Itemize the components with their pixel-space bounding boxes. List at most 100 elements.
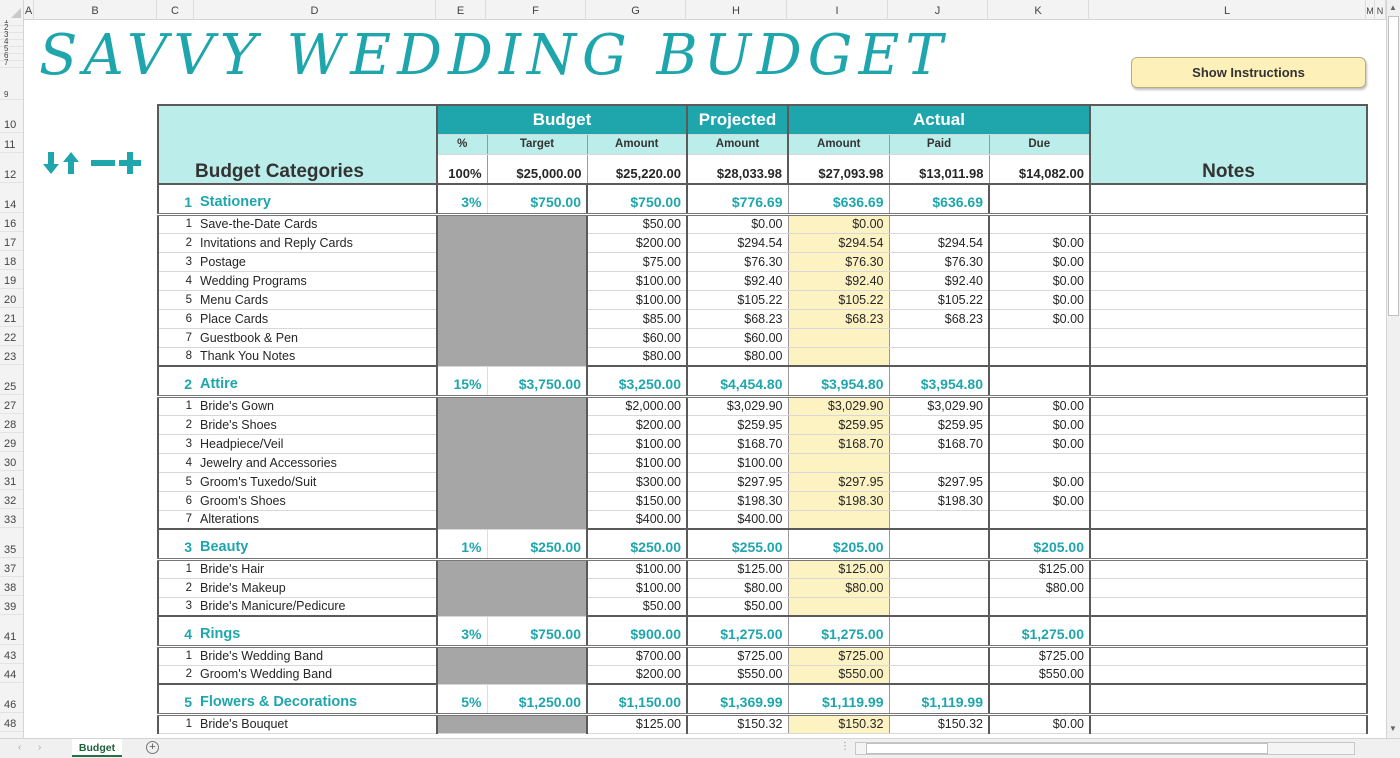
item-actual-input[interactable]: $68.23 (788, 309, 890, 329)
item-budget-amount[interactable]: $100.00 (587, 578, 688, 598)
item-budget-amount[interactable]: $300.00 (587, 472, 688, 492)
item-projected[interactable]: $80.00 (687, 347, 789, 367)
item-name[interactable]: Menu Cards (195, 290, 438, 310)
item-actual-input[interactable]: $294.54 (788, 233, 890, 253)
item-paid[interactable]: $3,029.90 (889, 396, 990, 416)
item-notes[interactable] (1090, 491, 1368, 511)
item-projected[interactable]: $0.00 (687, 214, 789, 234)
item-name[interactable]: Postage (195, 252, 438, 272)
item-due[interactable] (989, 510, 1091, 530)
category-notes[interactable] (1090, 616, 1368, 648)
category-actual[interactable]: $205.00 (788, 529, 890, 561)
item-budget-amount[interactable]: $150.00 (587, 491, 688, 511)
item-due[interactable]: $550.00 (989, 665, 1091, 685)
item-paid[interactable] (889, 214, 990, 234)
item-projected[interactable]: $725.00 (687, 646, 789, 666)
category-projected[interactable]: $255.00 (687, 529, 789, 561)
item-paid[interactable]: $294.54 (889, 233, 990, 253)
item-budget-amount[interactable]: $700.00 (587, 646, 688, 666)
row-header[interactable]: 33 (0, 509, 23, 528)
item-name[interactable]: Bride's Wedding Band (195, 646, 438, 666)
arrow-up-icon[interactable] (63, 152, 79, 174)
show-instructions-button[interactable]: Show Instructions (1131, 57, 1366, 88)
column-header-d[interactable]: D (194, 0, 436, 20)
item-budget-amount[interactable]: $200.00 (587, 665, 688, 685)
item-actual-input[interactable]: $80.00 (788, 578, 890, 598)
category-target[interactable]: $1,250.00 (487, 684, 588, 716)
item-notes[interactable] (1090, 714, 1368, 734)
column-header-c[interactable]: C (157, 0, 194, 20)
item-name[interactable]: Guestbook & Pen (195, 328, 438, 348)
item-projected[interactable]: $168.70 (687, 434, 789, 454)
item-name[interactable]: Bride's Shoes (195, 415, 438, 435)
row-header[interactable]: 17 (0, 232, 23, 251)
category-budget-amount[interactable]: $900.00 (587, 616, 688, 648)
category-paid[interactable] (889, 529, 990, 561)
item-notes[interactable] (1090, 472, 1368, 492)
item-paid[interactable] (889, 347, 990, 367)
item-name[interactable]: Invitations and Reply Cards (195, 233, 438, 253)
category-pct[interactable]: 5% (437, 684, 488, 716)
item-name[interactable]: Groom's Shoes (195, 491, 438, 511)
item-budget-amount[interactable]: $50.00 (587, 597, 688, 617)
item-paid[interactable] (889, 665, 990, 685)
row-header[interactable]: 44 (0, 664, 23, 683)
item-actual-input[interactable]: $297.95 (788, 472, 890, 492)
row-header[interactable]: 46 (0, 683, 23, 713)
row-header[interactable]: 21 (0, 308, 23, 327)
category-paid[interactable] (889, 616, 990, 648)
next-sheet-icon[interactable]: › (38, 742, 41, 753)
item-name[interactable]: Bride's Makeup (195, 578, 438, 598)
category-notes[interactable] (1090, 366, 1368, 398)
item-paid[interactable] (889, 510, 990, 530)
item-name[interactable]: Jewelry and Accessories (195, 453, 438, 473)
item-notes[interactable] (1090, 214, 1368, 234)
item-due[interactable] (989, 328, 1091, 348)
horizontal-scroll-thumb[interactable] (866, 743, 1268, 754)
item-due[interactable]: $0.00 (989, 415, 1091, 435)
row-header[interactable]: 25 (0, 365, 23, 395)
category-projected[interactable]: $4,454.80 (687, 366, 789, 398)
row-header[interactable]: 20 (0, 289, 23, 308)
sheet-tab-budget[interactable]: Budget (72, 739, 122, 757)
item-notes[interactable] (1090, 233, 1368, 253)
item-actual-input[interactable]: $3,029.90 (788, 396, 890, 416)
item-actual-input[interactable] (788, 510, 890, 530)
item-actual-input[interactable]: $259.95 (788, 415, 890, 435)
total-target[interactable]: $25,000.00 (487, 154, 588, 185)
item-actual-input[interactable]: $725.00 (788, 646, 890, 666)
item-notes[interactable] (1090, 396, 1368, 416)
item-notes[interactable] (1090, 510, 1368, 530)
item-name[interactable]: Alterations (195, 510, 438, 530)
category-pct[interactable]: 1% (437, 529, 488, 561)
item-due[interactable]: $0.00 (989, 491, 1091, 511)
item-due[interactable]: $0.00 (989, 434, 1091, 454)
column-header-j[interactable]: J (888, 0, 988, 20)
item-due[interactable]: $0.00 (989, 396, 1091, 416)
item-budget-amount[interactable]: $85.00 (587, 309, 688, 329)
item-projected[interactable]: $550.00 (687, 665, 789, 685)
plus-icon[interactable] (119, 152, 141, 174)
row-header[interactable]: 9 (0, 68, 23, 100)
item-notes[interactable] (1090, 290, 1368, 310)
item-projected[interactable]: $259.95 (687, 415, 789, 435)
row-header[interactable]: 18 (0, 251, 23, 270)
item-projected[interactable]: $400.00 (687, 510, 789, 530)
item-projected[interactable]: $68.23 (687, 309, 789, 329)
category-pct[interactable]: 3% (437, 184, 488, 216)
arrow-down-icon[interactable] (43, 152, 59, 174)
category-notes[interactable] (1090, 529, 1368, 561)
row-header[interactable]: 16 (0, 213, 23, 232)
category-projected[interactable]: $776.69 (687, 184, 789, 216)
item-paid[interactable] (889, 597, 990, 617)
category-notes[interactable] (1090, 684, 1368, 716)
item-notes[interactable] (1090, 328, 1368, 348)
scroll-down-icon[interactable]: ▼ (1389, 724, 1397, 733)
item-notes[interactable] (1090, 578, 1368, 598)
item-due[interactable]: $0.00 (989, 290, 1091, 310)
item-budget-amount[interactable]: $400.00 (587, 510, 688, 530)
row-header[interactable]: 39 (0, 596, 23, 615)
item-actual-input[interactable] (788, 453, 890, 473)
vertical-scroll-thumb[interactable] (1388, 16, 1399, 316)
item-budget-amount[interactable]: $50.00 (587, 214, 688, 234)
